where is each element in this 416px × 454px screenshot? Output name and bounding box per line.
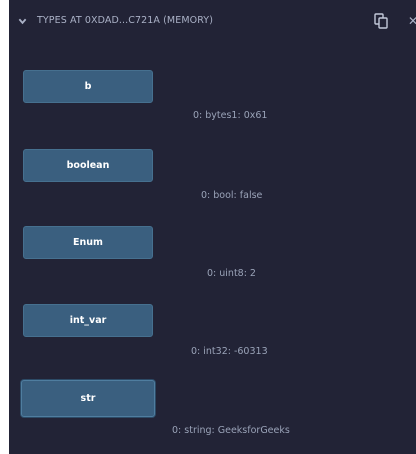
copy-icon[interactable] (374, 13, 388, 29)
variable-value-boolean: 0: bool: false (201, 190, 263, 201)
variable-value-b: 0: bytes1: 0x61 (193, 110, 268, 121)
close-icon[interactable]: ✕ (408, 13, 416, 29)
chevron-down-icon[interactable] (18, 17, 27, 26)
panel-header[interactable]: TYPES AT 0XDAD...C721A (MEMORY) ✕ (9, 12, 416, 34)
variable-value-enum: 0: uint8: 2 (207, 268, 256, 279)
variable-button-str[interactable]: str (21, 380, 155, 417)
panel-title: TYPES AT 0XDAD...C721A (MEMORY) (37, 15, 214, 26)
variable-button-int-var[interactable]: int_var (23, 304, 153, 337)
variable-value-str: 0: string: GeeksforGeeks (172, 425, 290, 436)
memory-types-panel: TYPES AT 0XDAD...C721A (MEMORY) ✕ b 0: b… (9, 0, 416, 454)
variable-button-boolean[interactable]: boolean (23, 149, 153, 182)
variable-button-enum[interactable]: Enum (23, 226, 153, 259)
variable-value-int-var: 0: int32: -60313 (191, 346, 268, 357)
variable-button-b[interactable]: b (23, 70, 153, 103)
